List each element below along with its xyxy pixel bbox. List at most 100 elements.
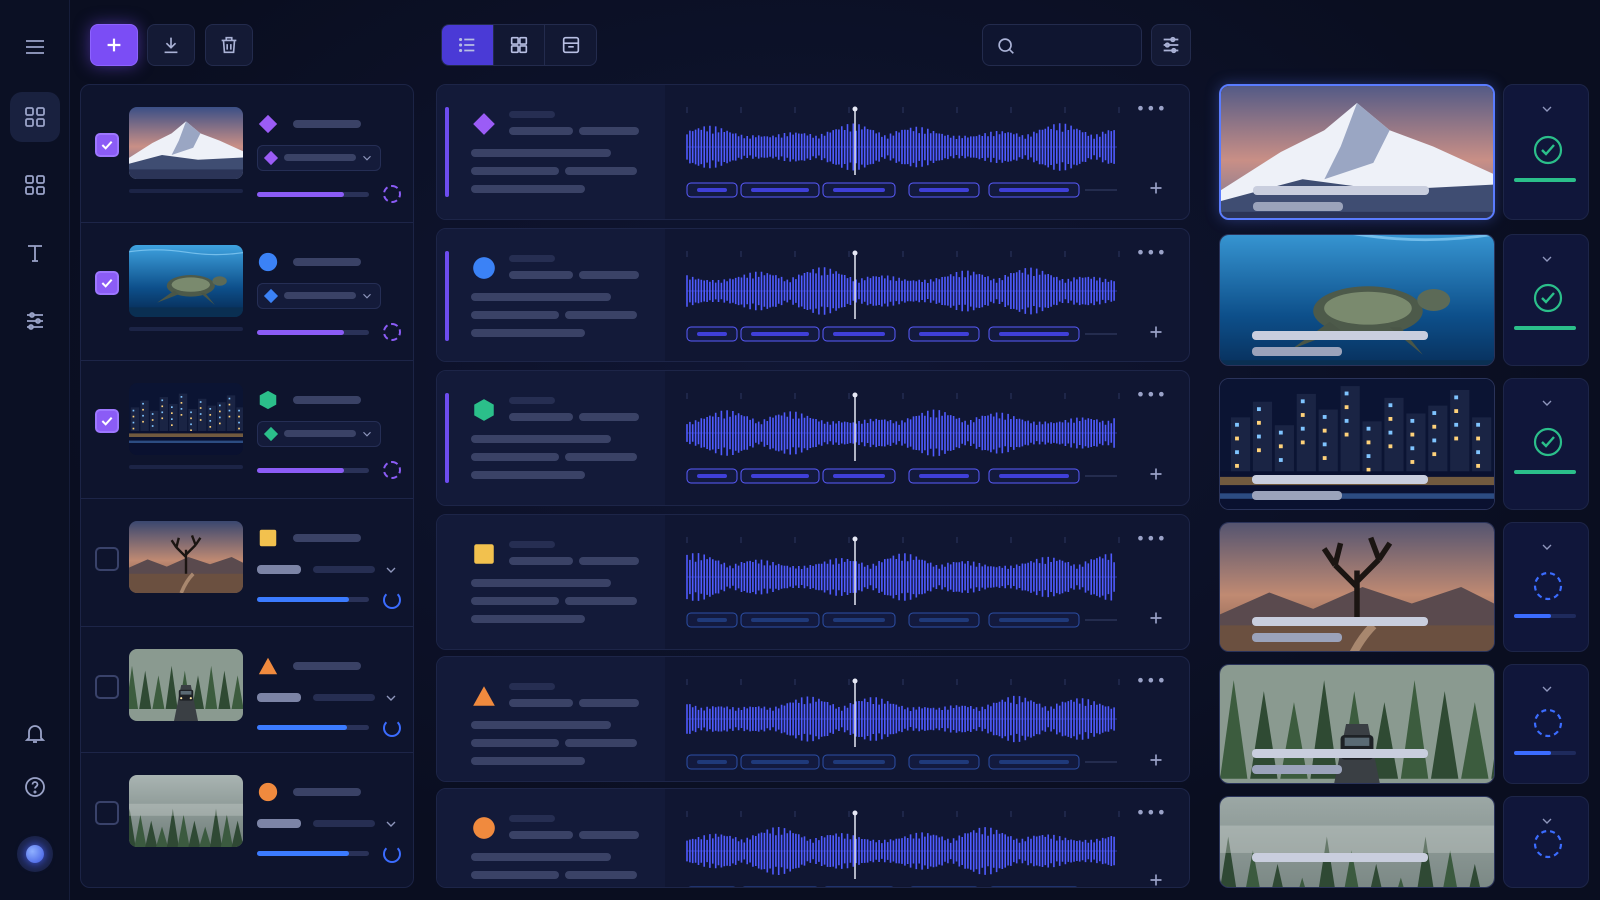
chevron-down-icon[interactable] bbox=[1539, 539, 1555, 555]
chevron-down-icon bbox=[363, 293, 371, 299]
chevron-down-icon[interactable] bbox=[1539, 101, 1555, 117]
audio-waveform[interactable] bbox=[677, 675, 1131, 775]
waveform-card[interactable]: ••• bbox=[436, 788, 1190, 888]
audio-waveform[interactable] bbox=[677, 533, 1131, 633]
more-options-icon[interactable]: ••• bbox=[1136, 529, 1167, 548]
more-options-icon[interactable]: ••• bbox=[1136, 803, 1167, 822]
preview-image[interactable] bbox=[1219, 378, 1495, 510]
preview-caption bbox=[1252, 331, 1428, 340]
item-thumbnail[interactable] bbox=[129, 649, 243, 721]
item-dropdown[interactable] bbox=[257, 283, 381, 309]
preview-image[interactable] bbox=[1219, 522, 1495, 652]
list-item[interactable] bbox=[81, 223, 413, 361]
card-line bbox=[471, 739, 559, 747]
waveform-card[interactable]: ••• bbox=[436, 228, 1190, 362]
preview-image[interactable] bbox=[1219, 234, 1495, 366]
search-box[interactable] bbox=[982, 24, 1142, 66]
menu-icon[interactable] bbox=[10, 22, 60, 72]
filter-button[interactable] bbox=[1151, 24, 1191, 66]
preview-image[interactable] bbox=[1219, 796, 1495, 888]
item-checkbox[interactable] bbox=[95, 547, 119, 571]
item-meta-secondary bbox=[313, 820, 375, 827]
list-item[interactable] bbox=[81, 361, 413, 499]
chevron-down-icon[interactable] bbox=[1539, 251, 1555, 267]
item-progress-bar bbox=[257, 468, 369, 473]
card-line bbox=[471, 853, 611, 861]
item-thumbnail[interactable] bbox=[129, 775, 243, 847]
status-panel bbox=[1503, 234, 1589, 366]
add-segment-button[interactable] bbox=[1145, 177, 1167, 199]
check-icon bbox=[101, 140, 113, 150]
item-thumbnail[interactable] bbox=[129, 521, 243, 593]
item-thumbnail[interactable] bbox=[129, 107, 243, 179]
grid-icon[interactable] bbox=[10, 92, 60, 142]
grid-outline-icon[interactable] bbox=[10, 160, 60, 210]
search-input[interactable] bbox=[1025, 33, 1133, 57]
avatar[interactable] bbox=[17, 836, 53, 872]
chevron-down-icon[interactable] bbox=[1539, 813, 1555, 829]
card-line bbox=[471, 167, 559, 175]
add-segment-button[interactable] bbox=[1145, 749, 1167, 771]
item-checkbox[interactable] bbox=[95, 409, 119, 433]
add-segment-button[interactable] bbox=[1145, 607, 1167, 629]
status-progress bbox=[1514, 178, 1576, 182]
item-checkbox[interactable] bbox=[95, 133, 119, 157]
grid-view-button[interactable] bbox=[494, 25, 546, 65]
square-marker-icon bbox=[471, 541, 497, 567]
add-segment-button[interactable] bbox=[1145, 321, 1167, 343]
list-item[interactable] bbox=[81, 753, 413, 887]
list-item[interactable] bbox=[81, 499, 413, 627]
more-options-icon[interactable]: ••• bbox=[1136, 99, 1167, 118]
card-line bbox=[471, 615, 585, 623]
loading-icon bbox=[1532, 570, 1564, 602]
text-icon[interactable] bbox=[10, 228, 60, 278]
chevron-down-icon[interactable] bbox=[383, 562, 399, 578]
waveform-card[interactable]: ••• bbox=[436, 656, 1190, 782]
dropdown-value bbox=[284, 154, 356, 161]
waveform-card[interactable]: ••• bbox=[436, 370, 1190, 506]
card-line bbox=[471, 435, 611, 443]
item-thumbnail[interactable] bbox=[129, 245, 243, 317]
item-dropdown[interactable] bbox=[257, 145, 381, 171]
download-button[interactable] bbox=[147, 24, 195, 66]
bell-icon[interactable] bbox=[10, 708, 60, 758]
add-segment-button[interactable] bbox=[1145, 869, 1167, 887]
item-checkbox[interactable] bbox=[95, 271, 119, 295]
item-checkbox[interactable] bbox=[95, 801, 119, 825]
more-options-icon[interactable]: ••• bbox=[1136, 671, 1167, 690]
list-item[interactable] bbox=[81, 85, 413, 223]
item-dropdown[interactable] bbox=[257, 421, 381, 447]
card-line bbox=[471, 311, 559, 319]
preview-image[interactable] bbox=[1219, 664, 1495, 784]
chevron-down-icon[interactable] bbox=[1539, 681, 1555, 697]
audio-waveform[interactable] bbox=[677, 389, 1131, 489]
item-thumbnail[interactable] bbox=[129, 383, 243, 455]
loading-icon bbox=[383, 185, 401, 203]
waveform-card[interactable]: ••• bbox=[436, 514, 1190, 650]
chevron-down-icon[interactable] bbox=[1539, 395, 1555, 411]
audio-waveform[interactable] bbox=[677, 247, 1131, 347]
chevron-down-icon[interactable] bbox=[383, 816, 399, 832]
help-icon[interactable] bbox=[10, 762, 60, 812]
audio-waveform[interactable] bbox=[677, 807, 1131, 887]
more-options-icon[interactable]: ••• bbox=[1136, 385, 1167, 404]
add-button[interactable] bbox=[90, 24, 138, 66]
card-line bbox=[471, 185, 585, 193]
waveform-card[interactable]: ••• bbox=[436, 84, 1190, 220]
add-segment-button[interactable] bbox=[1145, 463, 1167, 485]
sliders-icon[interactable] bbox=[10, 296, 60, 346]
more-options-icon[interactable]: ••• bbox=[1136, 243, 1167, 262]
card-title bbox=[509, 831, 573, 839]
delete-button[interactable] bbox=[205, 24, 253, 66]
timeline-view-button[interactable] bbox=[545, 25, 596, 65]
status-panel bbox=[1503, 378, 1589, 510]
chevron-down-icon[interactable] bbox=[383, 690, 399, 706]
card-title-secondary bbox=[579, 271, 639, 279]
card-line bbox=[471, 871, 559, 879]
list-view-button[interactable] bbox=[442, 25, 494, 65]
preview-image[interactable] bbox=[1219, 84, 1495, 220]
audio-waveform[interactable] bbox=[677, 103, 1131, 203]
card-subtitle bbox=[509, 815, 555, 822]
list-item[interactable] bbox=[81, 627, 413, 753]
item-checkbox[interactable] bbox=[95, 675, 119, 699]
